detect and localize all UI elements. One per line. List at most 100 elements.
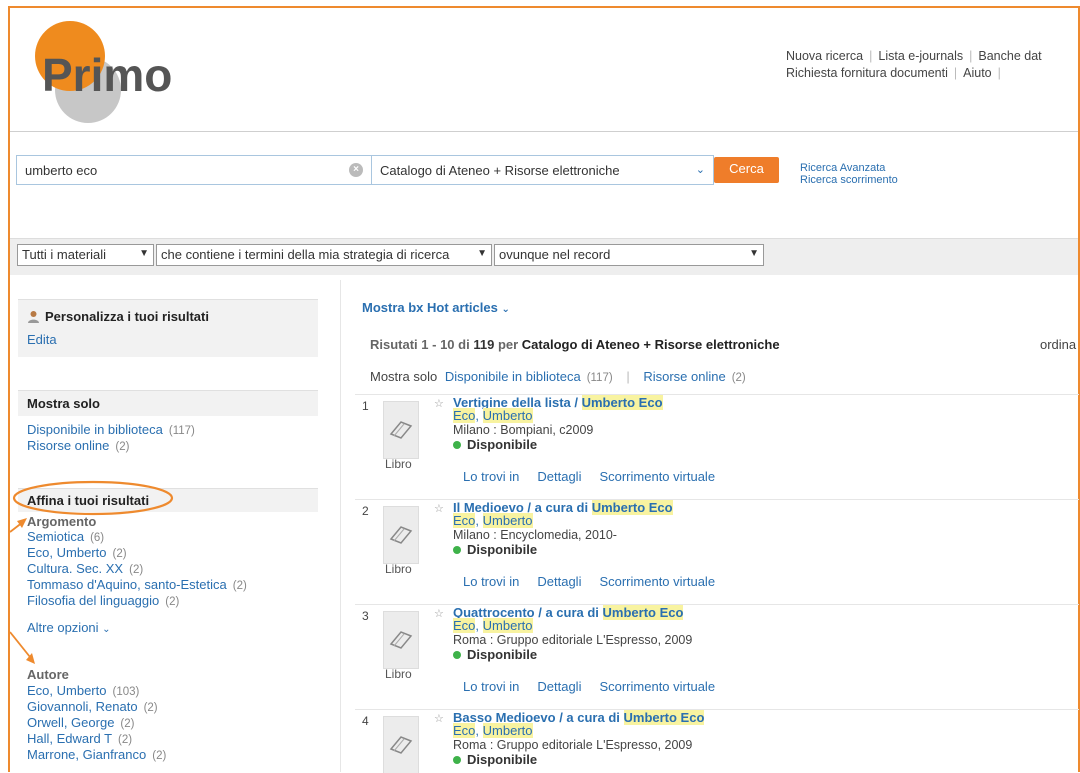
result-row: 4 ☆ Basso Medioevo / a cura di Umberto E…	[355, 709, 1079, 773]
where-select[interactable]: ovunque nel record ▼	[494, 244, 764, 266]
sort-label[interactable]: ordina	[1040, 337, 1076, 352]
facet-argomento-item[interactable]: Cultura. Sec. XX (2)	[27, 561, 143, 578]
result-number: 2	[362, 504, 369, 518]
book-icon	[389, 526, 413, 544]
tab-virtual-browse[interactable]: Scorrimento virtuale	[599, 679, 715, 694]
result-type: Libro	[385, 667, 412, 681]
advanced-search-link[interactable]: Ricerca Avanzata	[800, 162, 898, 174]
facet-argomento-item[interactable]: Tommaso d'Aquino, santo-Estetica (2)	[27, 577, 247, 594]
book-icon	[389, 421, 413, 439]
tab-virtual-browse[interactable]: Scorrimento virtuale	[599, 574, 715, 589]
search-button[interactable]: Cerca	[714, 157, 779, 183]
facet-autore-item[interactable]: Giovannoli, Renato (2)	[27, 699, 158, 716]
result-publisher: Roma : Gruppo editoriale L'Espresso, 200…	[453, 633, 693, 647]
available-dot-icon	[453, 651, 461, 659]
results-filter-library[interactable]: Disponibile in biblioteca	[445, 369, 581, 384]
search-box	[16, 155, 372, 185]
star-icon[interactable]: ☆	[434, 397, 444, 410]
result-author[interactable]: Eco, Umberto	[453, 723, 533, 738]
show-only-title: Mostra solo	[18, 390, 318, 416]
results-summary: Risutati 1 - 10 di 119 per Catalogo di A…	[370, 337, 780, 352]
results-filter-online[interactable]: Risorse online	[643, 369, 725, 384]
result-type: Libro	[385, 562, 412, 576]
book-thumbnail[interactable]	[383, 506, 419, 564]
result-publisher: Roma : Gruppo editoriale L'Espresso, 200…	[453, 738, 693, 752]
edit-link[interactable]: Edita	[27, 332, 309, 347]
star-icon[interactable]: ☆	[434, 712, 444, 725]
results-show-only: Mostra solo Disponibile in biblioteca (11…	[370, 369, 746, 384]
nav-help[interactable]: Aiuto	[963, 66, 992, 80]
contains-select-label: che contiene i termini della mia strateg…	[161, 247, 450, 262]
facet-online[interactable]: Risorse online (2)	[27, 438, 129, 455]
facet-autore-item[interactable]: Marrone, Gianfranco (2)	[27, 747, 166, 764]
browse-search-link[interactable]: Ricerca scorrimento	[800, 174, 898, 186]
nav-databases[interactable]: Banche dat	[978, 49, 1041, 63]
book-icon	[389, 631, 413, 649]
result-row: 2 Libro ☆ Il Medioevo / a cura di Umbert…	[355, 499, 1079, 604]
tab-details[interactable]: Dettagli	[537, 469, 581, 484]
available-dot-icon	[453, 756, 461, 764]
result-number: 1	[362, 399, 369, 413]
nav-document-delivery[interactable]: Richiesta fornitura documenti	[786, 66, 948, 80]
result-publisher: Milano : Bompiani, c2009	[453, 423, 594, 437]
where-select-label: ovunque nel record	[499, 247, 611, 262]
result-availability: Disponibile	[453, 647, 537, 662]
tab-find[interactable]: Lo trovi in	[463, 574, 519, 589]
chevron-down-icon: ⌄	[102, 624, 111, 635]
chevron-down-icon: ⌄	[501, 304, 510, 315]
scope-label: Catalogo di Ateneo + Risorse elettronich…	[380, 163, 620, 178]
chevron-down-icon: ▼	[749, 248, 759, 259]
result-number: 3	[362, 609, 369, 623]
contains-select[interactable]: che contiene i termini della mia strateg…	[156, 244, 492, 266]
facet-autore-item[interactable]: Eco, Umberto (103)	[27, 683, 139, 700]
tab-find[interactable]: Lo trovi in	[463, 679, 519, 694]
refine-title: Affina i tuoi risultati	[18, 488, 318, 512]
hot-articles-toggle[interactable]: Mostra bx Hot articles ⌄	[362, 300, 510, 315]
facet-available-library[interactable]: Disponibile in biblioteca (117)	[27, 422, 195, 439]
top-navigation: Nuova ricerca | Lista e-journals | Banche da…	[786, 49, 1042, 80]
advanced-links: Ricerca Avanzata Ricerca scorrimento	[800, 162, 898, 186]
tab-find[interactable]: Lo trovi in	[463, 469, 519, 484]
book-icon	[389, 736, 413, 754]
tab-details[interactable]: Dettagli	[537, 679, 581, 694]
result-publisher: Milano : Encyclomedia, 2010-	[453, 528, 617, 542]
book-thumbnail[interactable]	[383, 611, 419, 669]
primo-logo[interactable]: Primo	[18, 18, 238, 126]
book-thumbnail[interactable]	[383, 716, 419, 773]
facet-argomento-item[interactable]: Eco, Umberto (2)	[27, 545, 127, 562]
facet-argomento-item[interactable]: Semiotica (6)	[27, 529, 104, 546]
column-divider	[340, 280, 341, 772]
result-availability: Disponibile	[453, 752, 537, 767]
nav-ejournals[interactable]: Lista e-journals	[878, 49, 963, 63]
result-availability: Disponibile	[453, 437, 537, 452]
clear-search-icon[interactable]: ×	[349, 163, 363, 177]
result-row: 1 Libro ☆ Vertigine della lista / Umbert…	[355, 394, 1079, 499]
materials-select-label: Tutti i materiali	[22, 247, 107, 262]
result-number: 4	[362, 714, 369, 728]
personalize-title: Personalizza i tuoi risultati	[45, 309, 209, 324]
result-author[interactable]: Eco, Umberto	[453, 513, 533, 528]
result-author[interactable]: Eco, Umberto	[453, 618, 533, 633]
tab-virtual-browse[interactable]: Scorrimento virtuale	[599, 469, 715, 484]
result-author[interactable]: Eco, Umberto	[453, 408, 533, 423]
result-actions: Lo trovi in Dettagli Scorrimento virtuale	[463, 574, 733, 589]
facet-argomento-item[interactable]: Filosofia del linguaggio (2)	[27, 593, 179, 610]
star-icon[interactable]: ☆	[434, 502, 444, 515]
result-actions: Lo trovi in Dettagli Scorrimento virtuale	[463, 469, 733, 484]
facet-autore-item[interactable]: Hall, Edward T (2)	[27, 731, 132, 748]
nav-new-search[interactable]: Nuova ricerca	[786, 49, 863, 63]
star-icon[interactable]: ☆	[434, 607, 444, 620]
more-options-link[interactable]: Altre opzioni ⌄	[27, 620, 111, 637]
user-icon	[27, 310, 40, 323]
facet-autore-item[interactable]: Orwell, George (2)	[27, 715, 134, 732]
book-thumbnail[interactable]	[383, 401, 419, 459]
search-input[interactable]	[25, 163, 345, 178]
result-availability: Disponibile	[453, 542, 537, 557]
scope-select[interactable]: Catalogo di Ateneo + Risorse elettronich…	[372, 155, 714, 185]
autore-title: Autore	[27, 667, 69, 682]
tab-details[interactable]: Dettagli	[537, 574, 581, 589]
available-dot-icon	[453, 546, 461, 554]
materials-select[interactable]: Tutti i materiali ▼	[17, 244, 154, 266]
result-actions: Lo trovi in Dettagli Scorrimento virtuale	[463, 679, 733, 694]
logo-text: Primo	[42, 49, 172, 101]
